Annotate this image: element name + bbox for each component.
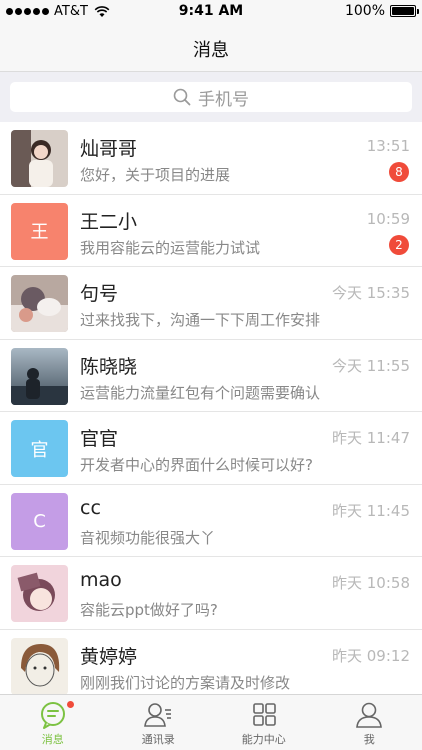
battery-icon [390,5,419,17]
message-preview: 容能云ppt做好了吗? [80,601,218,619]
message-preview: 我用容能云的运营能力试试 [80,238,261,257]
tab-messages[interactable]: 消息 [0,695,106,750]
avatar-initial: C [33,510,46,532]
avatar-initial: 官 [30,439,49,461]
avatar: C [11,492,68,550]
message-preview: 过来找我下，沟通一下下周工作安排 [80,311,321,329]
tab-bar: 消息 通讯录 能力中心 我 [0,694,422,750]
conversation-row[interactable]: C cc 音视频功能很强大丫 昨天 11:45 [0,484,422,557]
unread-badge: 8 [389,162,409,182]
search-bar: 手机号 [0,72,422,122]
tab-label: 我 [363,733,375,746]
chat-bubble-icon [40,702,65,729]
message-preview: 音视频功能很强大丫 [80,528,216,547]
contact-name: 黄婷婷 [80,645,138,668]
avatar [11,637,68,695]
contact-name: 句号 [80,283,119,305]
avatar [11,275,68,332]
message-time: 昨天 09:12 [332,646,410,665]
contact-name: 官官 [80,428,119,450]
avatar [11,130,68,187]
conversation-row[interactable]: 灿哥哥 您好，关于项目的进展 13:51 8 [0,122,422,195]
notification-dot [67,701,74,708]
search-placeholder: 手机号 [198,89,249,110]
tab-label: 消息 [41,733,64,746]
message-time: 昨天 10:58 [332,574,410,592]
message-preview: 您好，关于项目的进展 [80,166,231,184]
message-preview: 刚刚我们讨论的方案请及时修改 [80,673,291,692]
unread-badge: 2 [389,234,409,255]
avatar: 王 [11,202,68,260]
contacts-icon [144,703,172,727]
conversation-row[interactable]: 官 官官 开发者中心的界面什么时候可以好? 昨天 11:47 [0,412,422,485]
contact-name: mao [80,569,122,591]
tab-label: 能力中心 [241,733,286,746]
conversation-row[interactable]: 陈晓晓 运营能力流量红包有个问题需要确认 今天 11:55 [0,339,422,412]
conversation-row[interactable]: 句号 过来找我下，沟通一下下周工作安排 今天 15:35 [0,267,422,340]
message-time: 10:59 [366,209,410,228]
page-title: 消息 [193,40,229,61]
message-time: 今天 15:35 [332,284,410,302]
avatar: 官 [11,420,68,477]
person-icon [356,702,383,728]
status-right: 100% [344,3,419,19]
nav-bar: 消息 [0,24,422,72]
contact-name: 陈晓晓 [80,355,138,378]
conversation-row[interactable]: 黄婷婷 刚刚我们讨论的方案请及时修改 昨天 09:12 [0,629,422,702]
message-preview: 运营能力流量红包有个问题需要确认 [80,383,321,402]
message-time: 今天 11:55 [332,356,410,375]
message-time: 昨天 11:45 [332,501,410,520]
battery-percent: 100% [344,3,385,19]
conversation-row[interactable]: mao 容能云ppt做好了吗? 昨天 10:58 [0,557,422,630]
status-bar: AT&T 9:41 AM 100% [0,0,422,24]
tab-capability-center[interactable]: 能力中心 [211,695,317,750]
message-preview: 开发者中心的界面什么时候可以好? [80,456,313,474]
message-time: 昨天 11:47 [332,429,410,447]
avatar [11,565,68,622]
grid-icon [252,703,276,726]
contact-name: cc [80,496,101,519]
message-time: 13:51 [366,137,410,155]
avatar [11,347,68,405]
contact-name: 王二小 [80,210,138,233]
conversation-row[interactable]: 王 王二小 我用容能云的运营能力试试 10:59 2 [0,194,422,267]
contact-name: 灿哥哥 [80,138,138,160]
search-icon [173,88,191,106]
avatar-initial: 王 [30,222,49,243]
tab-me[interactable]: 我 [317,695,422,750]
tab-label: 通讯录 [141,733,175,746]
tab-contacts[interactable]: 通讯录 [106,695,212,750]
search-input[interactable]: 手机号 [10,82,412,112]
conversation-list: 灿哥哥 您好，关于项目的进展 13:51 8 王 王二小 我用容能云的运营能力试… [0,122,422,702]
